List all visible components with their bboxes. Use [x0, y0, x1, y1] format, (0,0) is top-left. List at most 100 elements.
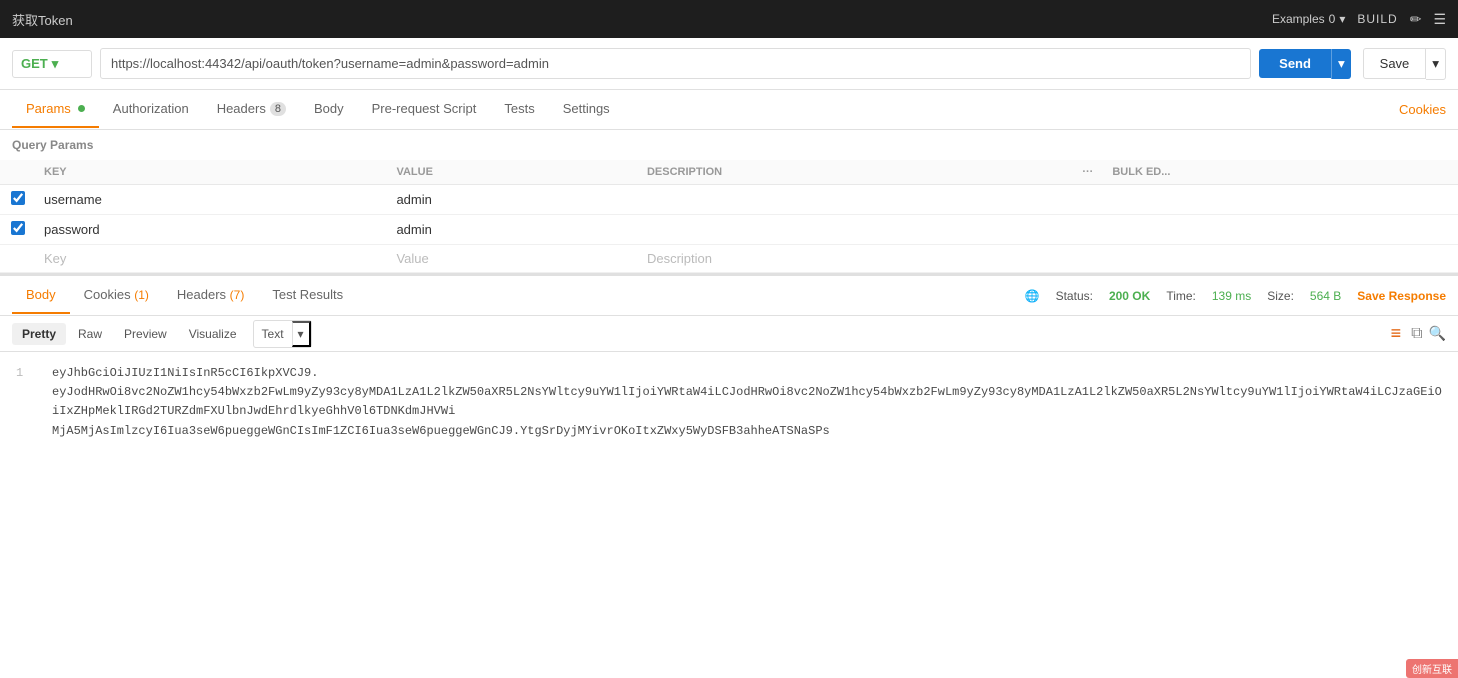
tab-prerequest[interactable]: Pre-request Script — [358, 91, 491, 128]
examples-button[interactable]: Examples 0 ▾ — [1272, 12, 1345, 26]
code-line-1: 1 eyJhbGciOiJIUzI1NiIsInR5cCI6IkpXVCJ9. — [16, 364, 1442, 383]
line-number-3 — [16, 422, 40, 441]
line-number-1: 1 — [16, 364, 40, 383]
row1-key[interactable]: username — [36, 185, 388, 215]
row2-dots — [1074, 215, 1104, 245]
format-bar: Pretty Raw Preview Visualize Text ▾ ≡ ⧉ … — [0, 316, 1458, 352]
row-empty-description[interactable]: Description — [639, 245, 1074, 273]
tab-authorization[interactable]: Authorization — [99, 91, 203, 128]
code-line-2: eyJodHRwOi8vc2NoZW1hcy54bWxzb2FwLm9yZy93… — [16, 383, 1442, 421]
comment-icon-button[interactable]: ☰ — [1433, 11, 1446, 28]
bulk-edit-button[interactable]: Bulk Ed... — [1104, 160, 1458, 185]
resp-tab-cookies[interactable]: Cookies (1) — [70, 277, 163, 314]
edit-icon-button[interactable]: ✏ — [1410, 11, 1422, 28]
row2-description — [639, 215, 1074, 245]
chevron-down-icon: ▾ — [1339, 12, 1345, 26]
response-tabs-row: Body Cookies (1) Headers (7) Test Result… — [0, 276, 1458, 316]
method-chevron-icon: ▾ — [52, 56, 59, 72]
resp-tab-body[interactable]: Body — [12, 277, 70, 314]
resp-tab-test-results-label: Test Results — [272, 287, 343, 302]
resp-tab-cookies-label: Cookies — [84, 287, 131, 302]
watermark-text: 创新互联 — [1412, 665, 1452, 676]
save-button[interactable]: Save — [1363, 48, 1427, 79]
row1-dots — [1074, 185, 1104, 215]
row1-extra — [1104, 185, 1458, 215]
table-row: password admin — [0, 215, 1458, 245]
code-area: 1 eyJhbGciOiJIUzI1NiIsInR5cCI6IkpXVCJ9. … — [0, 352, 1458, 453]
format-visualize-button[interactable]: Visualize — [179, 323, 247, 345]
watermark-label: 创新互联 — [1406, 659, 1458, 678]
text-type-dropdown[interactable]: ▾ — [292, 321, 311, 347]
status-label: Status: — [1056, 289, 1093, 303]
resp-tab-headers[interactable]: Headers (7) — [163, 277, 258, 314]
query-params-label: Query Params — [0, 130, 1458, 160]
method-select[interactable]: GET ▾ — [12, 50, 92, 78]
row1-value[interactable]: admin — [388, 185, 639, 215]
top-bar-right: Examples 0 ▾ BUILD ✏ ☰ — [1272, 11, 1446, 28]
tab-body[interactable]: Body — [300, 91, 358, 128]
watermark: 创新互联 — [1406, 659, 1458, 678]
code-text-2[interactable]: eyJodHRwOi8vc2NoZW1hcy54bWxzb2FwLm9yZy93… — [52, 383, 1442, 421]
request-tabs-row: Params Authorization Headers 8 Body Pre-… — [0, 90, 1458, 130]
search-icon-button[interactable]: 🔍 — [1429, 325, 1446, 342]
code-text-3[interactable]: MjA5MjAsImlzcyI6Iua3seW6pueggeWGnCIsImF1… — [52, 422, 830, 441]
resp-tab-body-label: Body — [26, 287, 56, 302]
row1-checkbox[interactable] — [11, 191, 25, 205]
params-table: KEY VALUE DESCRIPTION ··· Bulk Ed... use… — [0, 160, 1458, 273]
row2-checkbox-cell[interactable] — [0, 215, 36, 245]
row2-extra — [1104, 215, 1458, 245]
row-empty-key[interactable]: Key — [36, 245, 388, 273]
col-description: DESCRIPTION — [639, 160, 1074, 185]
row1-checkbox-cell[interactable] — [0, 185, 36, 215]
size-label: Size: — [1267, 289, 1294, 303]
row1-description — [639, 185, 1074, 215]
tab-tests[interactable]: Tests — [490, 91, 548, 128]
headers-badge: 8 — [270, 102, 286, 116]
resp-tab-test-results[interactable]: Test Results — [258, 277, 357, 314]
row2-value[interactable]: admin — [388, 215, 639, 245]
tab-params[interactable]: Params — [12, 91, 99, 128]
examples-count: 0 — [1329, 12, 1336, 26]
format-preview-button[interactable]: Preview — [114, 323, 177, 345]
row2-checkbox[interactable] — [11, 221, 25, 235]
tab-authorization-label: Authorization — [113, 101, 189, 116]
request-title: 获取Token — [12, 10, 73, 29]
send-button[interactable]: Send — [1259, 49, 1331, 78]
globe-icon: 🌐 — [1025, 289, 1040, 303]
format-pretty-button[interactable]: Pretty — [12, 323, 66, 345]
line-number-2 — [16, 383, 40, 421]
text-type-group: Text ▾ — [253, 320, 312, 348]
save-dropdown-button[interactable]: ▾ — [1426, 48, 1446, 80]
resp-cookies-count: (1) — [134, 288, 149, 302]
tab-prerequest-label: Pre-request Script — [372, 101, 477, 116]
code-text-1[interactable]: eyJhbGciOiJIUzI1NiIsInR5cCI6IkpXVCJ9. — [52, 364, 318, 383]
time-label: Time: — [1166, 289, 1196, 303]
size-value: 564 B — [1310, 289, 1341, 303]
send-dropdown-button[interactable]: ▾ — [1331, 49, 1351, 79]
method-value: GET — [21, 56, 48, 71]
tab-settings[interactable]: Settings — [549, 91, 624, 128]
response-area: Body Cookies (1) Headers (7) Test Result… — [0, 273, 1458, 453]
url-input[interactable] — [100, 48, 1251, 79]
tab-headers-label: Headers — [217, 101, 266, 116]
resp-headers-count: (7) — [230, 288, 245, 302]
params-area: Query Params KEY VALUE DESCRIPTION ··· B… — [0, 130, 1458, 273]
format-lines-icon-button[interactable]: ≡ — [1391, 323, 1402, 344]
status-value: 200 OK — [1109, 289, 1150, 303]
url-bar: GET ▾ Send ▾ Save ▾ — [0, 38, 1458, 90]
build-button[interactable]: BUILD — [1357, 12, 1397, 26]
examples-label: Examples — [1272, 12, 1325, 26]
format-raw-button[interactable]: Raw — [68, 323, 112, 345]
cookies-right-link[interactable]: Cookies — [1399, 102, 1446, 117]
tab-headers[interactable]: Headers 8 — [203, 91, 300, 128]
save-response-button[interactable]: Save Response — [1357, 289, 1446, 303]
row-empty-value[interactable]: Value — [388, 245, 639, 273]
row2-key[interactable]: password — [36, 215, 388, 245]
save-button-group: Save ▾ — [1363, 48, 1446, 80]
text-type-button[interactable]: Text — [254, 323, 292, 345]
table-row-empty: Key Value Description — [0, 245, 1458, 273]
row-empty-dots — [1074, 245, 1104, 273]
time-value: 139 ms — [1212, 289, 1251, 303]
copy-icon-button[interactable]: ⧉ — [1411, 325, 1422, 343]
row-empty-checkbox-cell — [0, 245, 36, 273]
